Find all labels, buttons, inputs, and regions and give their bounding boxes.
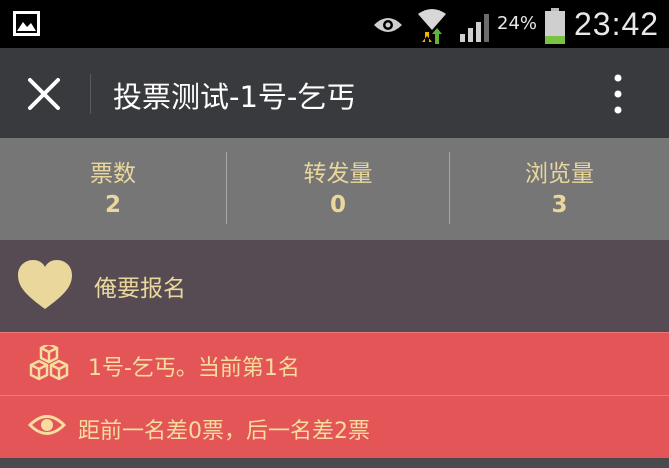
stat-value: 0 [329, 192, 346, 218]
clock: 23:42 [574, 6, 660, 42]
signal-icon [460, 14, 489, 42]
heart-icon [18, 260, 72, 309]
title-divider [90, 74, 91, 114]
stats-bar: 票数 2 转发量 0 浏览量 3 [0, 138, 669, 240]
stat-views: 浏览量 3 [450, 138, 669, 240]
page-title: 投票测试-1号-乞丐 [113, 80, 356, 114]
close-icon[interactable] [22, 72, 66, 116]
battery-icon [545, 8, 565, 44]
eye-icon [28, 415, 66, 435]
eye-icon [374, 18, 402, 32]
stat-value: 3 [551, 192, 568, 218]
title-bar: 投票测试-1号-乞丐 [0, 48, 669, 138]
stat-label: 浏览量 [525, 161, 594, 187]
status-bar: 24% 23:42 [0, 0, 669, 48]
gallery-icon [13, 11, 40, 36]
more-vertical-icon[interactable] [604, 72, 632, 116]
rank-text: 1号-乞丐。当前第1名 [88, 356, 300, 381]
stat-label: 票数 [90, 161, 136, 187]
vote-gap-row: 距前一名差0票，后一名差2票 [0, 395, 669, 458]
boxes-icon [29, 345, 69, 381]
stat-label: 转发量 [303, 161, 373, 187]
bottom-strip [0, 458, 669, 468]
rank-row: 1号-乞丐。当前第1名 [0, 332, 669, 395]
signup-label: 俺要报名 [94, 276, 186, 302]
battery-percent: 24% [497, 13, 538, 34]
stat-shares: 转发量 0 [227, 138, 449, 240]
signup-button[interactable]: 俺要报名 [0, 240, 669, 332]
stat-votes: 票数 2 [0, 138, 226, 240]
vote-gap-text: 距前一名差0票，后一名差2票 [78, 419, 370, 444]
wifi-icon [418, 9, 446, 44]
stat-value: 2 [104, 192, 121, 218]
